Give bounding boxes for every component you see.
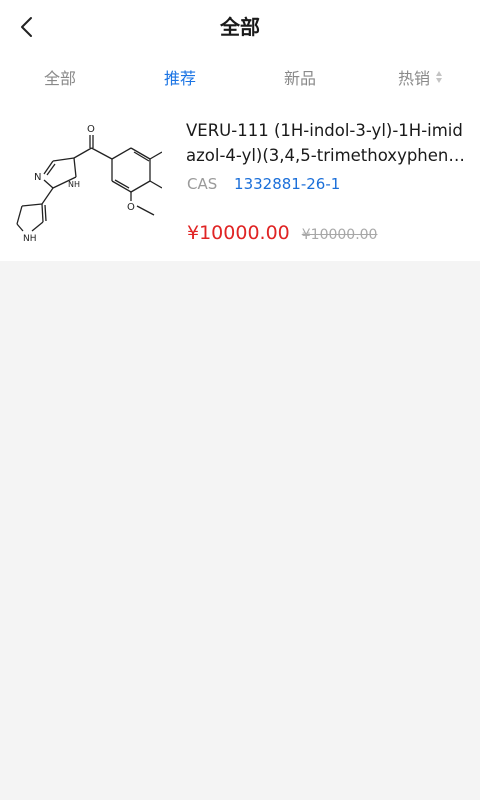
svg-text:NH: NH — [68, 180, 80, 189]
tab-new[interactable]: 新品 — [240, 52, 360, 102]
tab-all[interactable]: 全部 — [0, 52, 120, 102]
cas-number: 1332881-26-1 — [234, 175, 341, 193]
top-bar: 全部 — [0, 0, 480, 52]
tab-all-label: 全部 — [43, 69, 76, 88]
tab-recommended[interactable]: 推荐 — [120, 52, 240, 102]
current-price: ¥10000.00 — [187, 222, 290, 244]
tab-hot-sales[interactable]: 热销 — [360, 52, 480, 102]
cas-row: CAS 1332881-26-1 — [187, 173, 340, 195]
svg-text:N: N — [34, 172, 41, 183]
svg-text:O: O — [87, 124, 95, 135]
page-title: 全部 — [220, 15, 260, 39]
product-structure-image: O N NH NH O — [10, 114, 162, 246]
tab-new-label: 新品 — [283, 69, 316, 88]
price-row: ¥10000.00 ¥10000.00 — [187, 222, 377, 244]
tab-hot-sales-label: 热销 — [397, 69, 430, 88]
product-card[interactable]: O N NH NH O VERU-111 (1H-indol-3-yl)-1H-… — [0, 102, 480, 261]
product-name: VERU-111 (1H-indol-3-yl)-1H-imidazol-4-y… — [186, 121, 463, 165]
original-price: ¥10000.00 — [301, 227, 378, 243]
tab-recommended-label: 推荐 — [163, 69, 196, 88]
cas-label: CAS — [187, 175, 218, 193]
chemical-structure-icon: O N NH NH O — [16, 124, 162, 244]
svg-text:NH: NH — [23, 234, 37, 244]
svg-text:O: O — [127, 202, 135, 213]
filter-tabs: 全部 推荐 新品 热销 — [0, 52, 480, 102]
sort-icon — [436, 70, 442, 84]
